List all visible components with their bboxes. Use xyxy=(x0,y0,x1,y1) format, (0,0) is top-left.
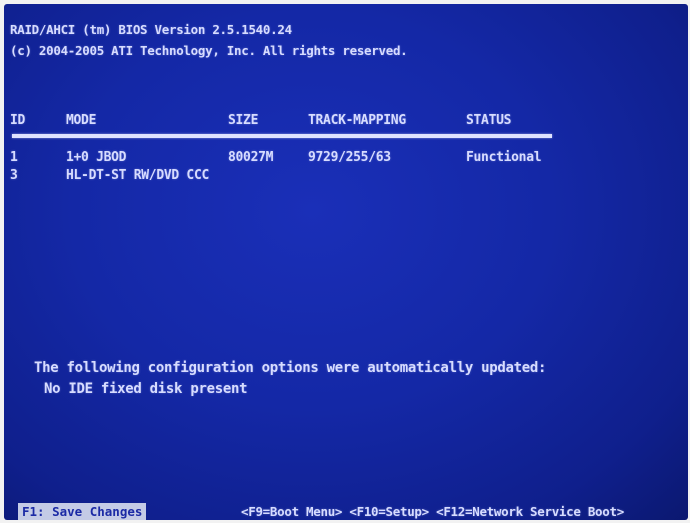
row-mode: 1+0 JBOD xyxy=(66,150,127,165)
config-notice-detail: No IDE fixed disk present xyxy=(44,381,248,397)
col-header-track-mapping: TRACK-MAPPING xyxy=(308,113,406,128)
col-header-id: ID xyxy=(10,113,26,128)
row-id: 1 xyxy=(10,150,18,165)
row-track-mapping: 9729/255/63 xyxy=(308,150,391,165)
function-key-hints[interactable]: <F9=Boot Menu> <F10=Setup> <F12=Network … xyxy=(241,505,624,519)
col-header-size: SIZE xyxy=(228,113,259,128)
col-header-status: STATUS xyxy=(466,113,512,128)
row-id: 3 xyxy=(10,168,18,183)
row-size: 80027M xyxy=(228,150,274,165)
config-notice-heading: The following configuration options were… xyxy=(34,360,547,376)
bios-version-line: RAID/AHCI (tm) BIOS Version 2.5.1540.24 xyxy=(10,22,292,37)
bios-screen: RAID/AHCI (tm) BIOS Version 2.5.1540.24 … xyxy=(4,4,688,520)
row-mode: HL-DT-ST RW/DVD CCC xyxy=(66,168,210,183)
row-status: Functional xyxy=(466,150,542,165)
copyright-line: (c) 2004-2005 ATI Technology, Inc. All r… xyxy=(10,43,408,58)
header-divider xyxy=(12,134,552,138)
save-changes-key[interactable]: F1: Save Changes xyxy=(18,503,147,520)
col-header-mode: MODE xyxy=(66,113,97,128)
